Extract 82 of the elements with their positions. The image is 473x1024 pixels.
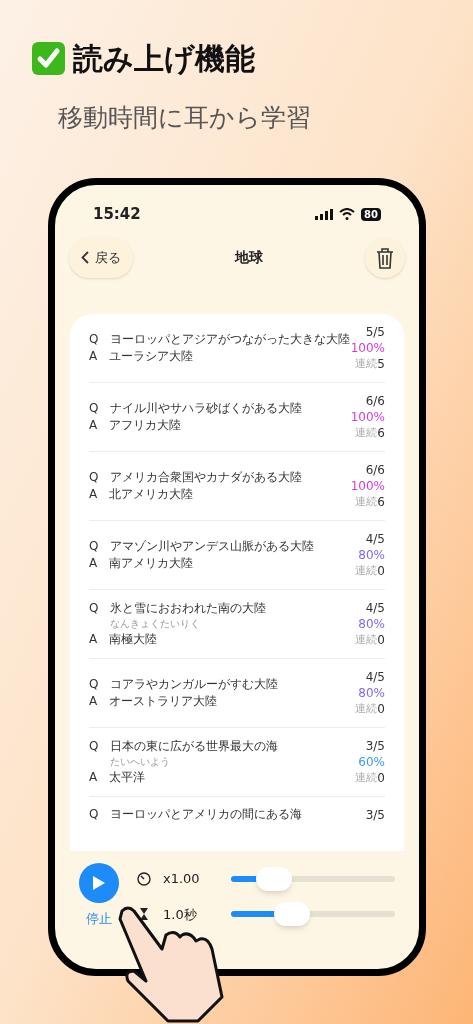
streak-count: 0 (377, 631, 385, 648)
battery-indicator: 80 (361, 207, 381, 221)
answer-text: 北アメリカ大陸 (109, 486, 194, 502)
speedometer-icon (137, 871, 151, 886)
streak-label: 連続 (355, 355, 378, 372)
question-text: 日本の東に広がる世界最大の海 (110, 738, 279, 754)
subtitle: 移動時間に耳から学習 (58, 102, 312, 134)
question-text: アメリカ合衆国やカナダがある大陸 (110, 469, 303, 485)
status-time: 15:42 (93, 204, 141, 225)
streak-label: 連続 (355, 562, 378, 579)
delete-button[interactable] (365, 237, 405, 278)
question-text: アマゾン川やアンデス山脈がある大陸 (110, 538, 315, 554)
q-label: Q (89, 331, 99, 347)
stop-label: 停止 (86, 910, 112, 928)
question-text: 氷と雪におおわれた南の大陸 (110, 600, 267, 616)
a-label: A (89, 693, 98, 709)
answer-text: 南アメリカ大陸 (109, 555, 194, 571)
score-text: 3/5 (365, 806, 385, 823)
accuracy-percent: 80% (358, 684, 385, 701)
a-label: A (89, 348, 98, 364)
score-text: 5/5 (365, 323, 385, 340)
streak-label: 連続 (355, 493, 378, 510)
play-icon (92, 875, 106, 891)
question-text: コアラやカンガルーがすむ大陸 (110, 676, 279, 692)
back-button[interactable]: 戻る (69, 237, 133, 278)
reading-hint: たいへいよう (110, 755, 171, 768)
q-label: Q (89, 469, 99, 485)
streak-count: 0 (377, 769, 385, 786)
accuracy-percent: 80% (358, 615, 385, 632)
accuracy-percent: 100% (350, 408, 385, 425)
streak-label: 連続 (355, 631, 378, 648)
a-label: A (89, 486, 98, 502)
streak-label: 連続 (355, 424, 378, 441)
answer-text: アフリカ大陸 (109, 417, 182, 433)
question-text: ヨーロッパとアメリカの間にある海 (110, 807, 303, 822)
a-label: A (89, 417, 98, 433)
accuracy-percent: 80% (358, 546, 385, 563)
answer-text: 南極大陸 (109, 631, 158, 647)
streak-count: 6 (377, 493, 385, 510)
hourglass-icon (137, 907, 151, 922)
accuracy-percent: 100% (350, 477, 385, 494)
q-label: Q (89, 676, 99, 692)
question-text: ヨーロッパとアジアがつながった大きな大陸 (110, 331, 351, 347)
score-text: 4/5 (365, 530, 385, 547)
score-text: 6/6 (365, 392, 385, 409)
q-label: Q (89, 807, 99, 822)
streak-label: 連続 (355, 700, 378, 717)
score-text: 3/5 (365, 737, 385, 754)
a-label: A (89, 555, 98, 571)
a-label: A (89, 631, 98, 647)
q-label: Q (89, 538, 99, 554)
accuracy-percent: 60% (358, 753, 385, 770)
speed-reading: x1.00 (163, 870, 201, 888)
reading-hint: なんきょくたいりく (110, 617, 201, 630)
score-text: 6/6 (365, 461, 385, 478)
a-label: A (89, 769, 98, 785)
accuracy-percent: 100% (350, 339, 385, 356)
headline: 読み上げ機能 (73, 40, 255, 78)
streak-count: 0 (377, 562, 385, 579)
streak-count: 5 (377, 355, 385, 372)
q-label: Q (89, 738, 99, 754)
chevron-left-icon (81, 251, 89, 264)
q-label: Q (89, 600, 99, 616)
answer-text: 太平洋 (109, 769, 146, 785)
score-text: 4/5 (365, 599, 385, 616)
streak-count: 6 (377, 424, 385, 441)
signal-icon (315, 208, 334, 220)
answer-text: ユーラシア大陸 (109, 348, 194, 364)
answer-text: オーストラリア大陸 (109, 693, 218, 709)
interval-reading: 1.0秒 (163, 905, 198, 924)
streak-count: 0 (377, 700, 385, 717)
streak-label: 連続 (355, 769, 378, 786)
check-icon (32, 42, 65, 75)
screen-title: 地球 (235, 248, 263, 267)
play-button[interactable] (79, 863, 119, 903)
question-text: ナイル川やサハラ砂ばくがある大陸 (110, 400, 303, 416)
trash-icon (376, 246, 394, 269)
score-text: 4/5 (365, 668, 385, 685)
wifi-icon (339, 208, 356, 221)
slider-thumb[interactable] (273, 902, 310, 927)
slider-thumb[interactable] (255, 866, 292, 891)
q-label: Q (89, 400, 99, 416)
